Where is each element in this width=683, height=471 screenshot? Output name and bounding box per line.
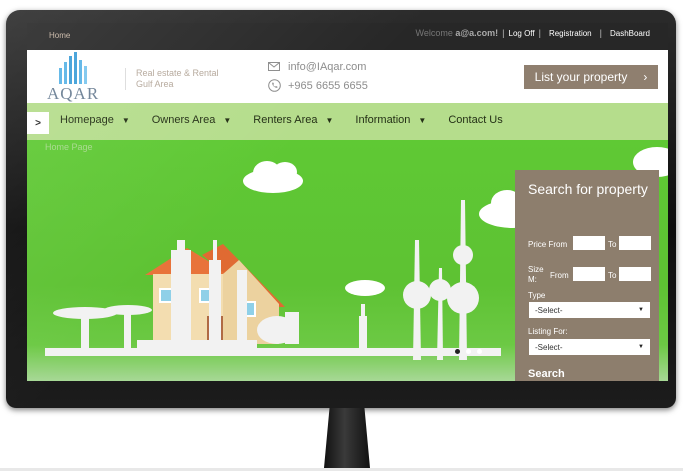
separator: | xyxy=(538,28,541,38)
nav-item-renters-area[interactable]: Renters Area ▼ xyxy=(253,114,333,126)
listing-for-select-value: -Select- xyxy=(535,342,563,352)
welcome-user: a@a.com! xyxy=(455,28,499,38)
listing-for-select[interactable]: -Select- ▼ xyxy=(529,339,650,355)
email-row: info@IAqar.com xyxy=(267,57,368,76)
phone-icon xyxy=(267,79,281,92)
price-from-label: Price From xyxy=(528,240,568,249)
slider-dot[interactable] xyxy=(477,349,482,354)
chevron-down-icon: ▼ xyxy=(638,344,644,350)
top-bar: Home Welcome a@a.com! | Log Off | Regist… xyxy=(27,23,668,50)
nav-item-contact-us[interactable]: Contact Us xyxy=(448,114,502,126)
chevron-down-icon: ▼ xyxy=(223,115,232,125)
welcome-text: Welcome a@a.com! xyxy=(415,28,499,38)
home-link[interactable]: Home xyxy=(49,31,70,40)
site-header: AQAR Real estate & Rental Gulf Area info… xyxy=(27,50,668,103)
logo-bars-icon xyxy=(59,52,87,84)
slider-dot[interactable] xyxy=(466,349,471,354)
chevron-down-icon: ▼ xyxy=(325,115,334,125)
price-to-input[interactable] xyxy=(619,236,651,250)
logoff-link[interactable]: Log Off xyxy=(509,29,535,38)
email-text[interactable]: info@IAqar.com xyxy=(288,61,366,73)
slider-dots xyxy=(455,349,482,354)
size-from-input[interactable] xyxy=(573,267,605,281)
nav-item-homepage[interactable]: Homepage ▼ xyxy=(60,114,130,126)
type-select-value: -Select- xyxy=(535,305,563,315)
contact-info: info@IAqar.com +965 6655 6655 xyxy=(267,57,368,95)
monitor-stand xyxy=(324,408,370,468)
phone-text: +965 6655 6655 xyxy=(288,79,368,92)
separator: | xyxy=(502,28,505,38)
site-tagline: Real estate & Rental Gulf Area xyxy=(125,68,236,90)
nav-menu: Homepage ▼ Owners Area ▼ Renters Area ▼ Inf… xyxy=(60,114,525,126)
account-links: Welcome a@a.com! | Log Off | Registratio… xyxy=(416,28,651,38)
dashboard-link[interactable]: DashBoard xyxy=(610,29,650,38)
chevron-right-icon: › xyxy=(643,70,648,84)
slider-dot[interactable] xyxy=(455,349,460,354)
monitor-screen: Home Welcome a@a.com! | Log Off | Regist… xyxy=(27,23,668,381)
envelope-icon xyxy=(267,61,281,73)
size-to-input[interactable] xyxy=(619,267,651,281)
nav-item-information[interactable]: Information ▼ xyxy=(355,114,426,126)
phone-row: +965 6655 6655 xyxy=(267,76,368,95)
search-panel-title: Search for property xyxy=(528,181,648,197)
size-to-label: To xyxy=(608,271,617,280)
nav-item-owners-area[interactable]: Owners Area ▼ xyxy=(152,114,232,126)
breadcrumb[interactable]: Home Page xyxy=(45,142,93,152)
separator: | xyxy=(599,28,602,38)
price-to-label: To xyxy=(608,240,617,249)
size-label: Size M: xyxy=(528,265,544,284)
size-from-label: From xyxy=(550,271,569,280)
type-select[interactable]: -Select- ▼ xyxy=(529,302,650,318)
price-from-input[interactable] xyxy=(573,236,605,250)
property-search-panel: Search for property Price From To Size M… xyxy=(515,170,659,381)
chevron-down-icon: ▼ xyxy=(121,115,130,125)
registration-link[interactable]: Registration xyxy=(549,29,592,38)
type-label: Type xyxy=(528,291,546,300)
listing-for-label: Listing For: xyxy=(528,327,568,336)
aqar-logo[interactable]: AQAR xyxy=(47,52,107,104)
chevron-down-icon: ▼ xyxy=(638,307,644,313)
list-property-button[interactable]: List your property › xyxy=(524,65,658,89)
list-property-label: List your property xyxy=(534,70,628,84)
nav-toggle-button[interactable]: > xyxy=(27,112,49,134)
chevron-down-icon: ▼ xyxy=(418,115,427,125)
main-nav: > Homepage ▼ Owners Area ▼ Renters Area ▼ I… xyxy=(27,103,668,140)
logo-text: AQAR xyxy=(47,84,100,103)
search-button[interactable]: Search xyxy=(528,368,565,380)
